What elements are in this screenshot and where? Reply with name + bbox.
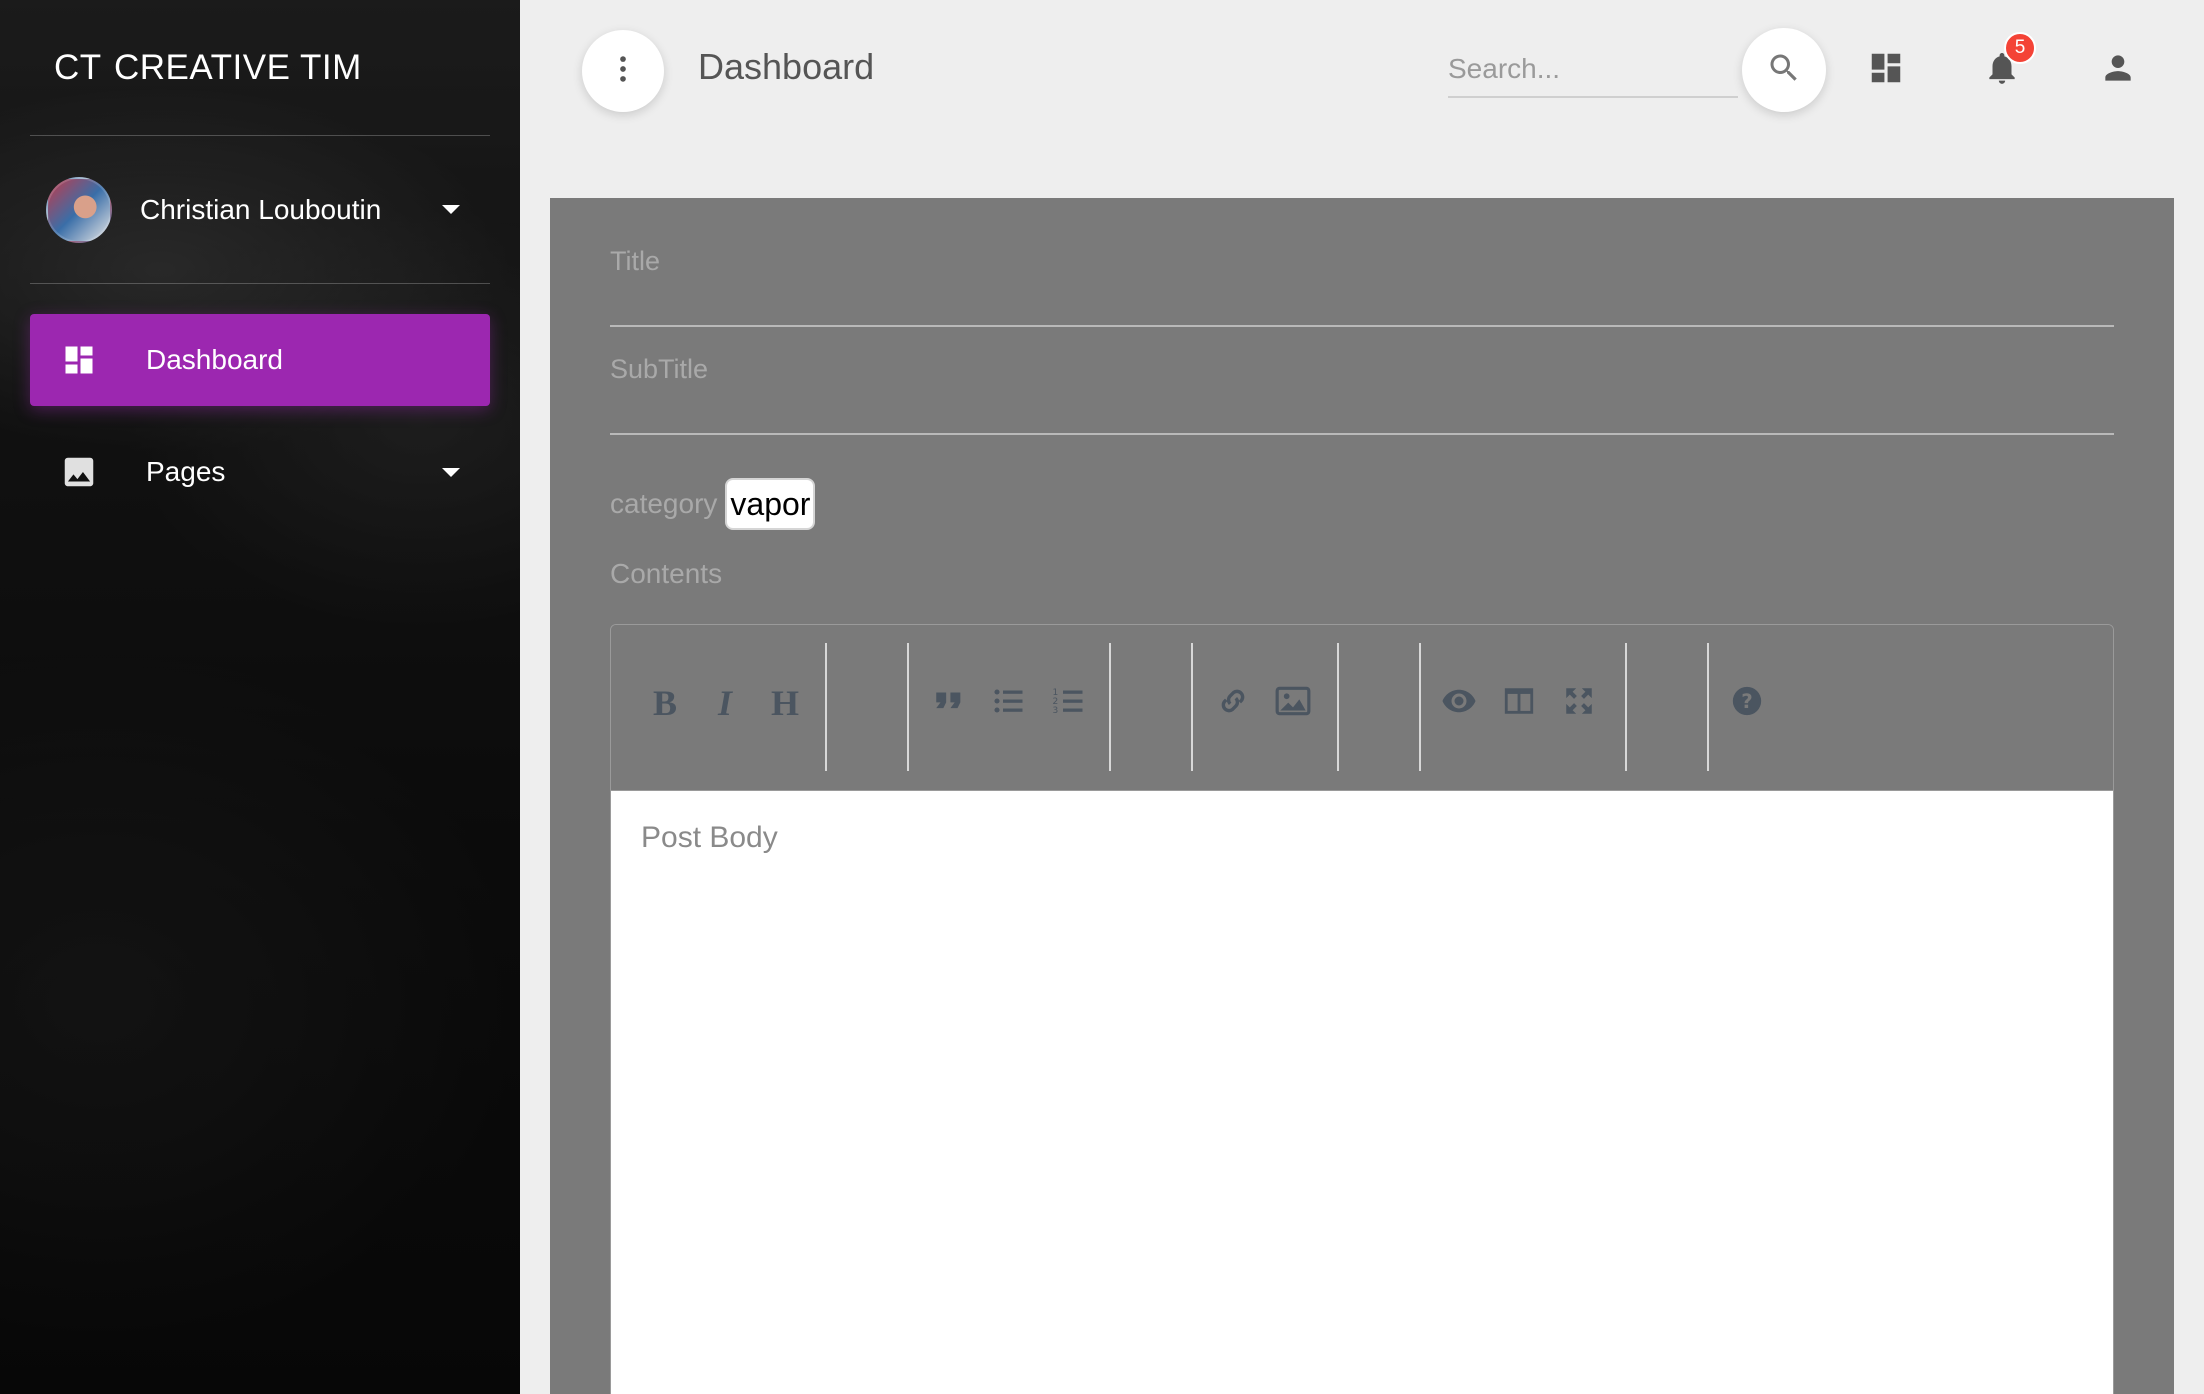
dashboard-icon	[1867, 49, 1905, 92]
search-button[interactable]	[1742, 28, 1826, 112]
sidebar-item-label: Pages	[146, 456, 226, 487]
image-button[interactable]	[1271, 681, 1315, 725]
editor-toolbar: B I H 123 ?	[611, 625, 2113, 791]
logo-mini[interactable]: CT	[30, 48, 114, 88]
unordered-list-icon	[991, 683, 1027, 724]
question-circle-icon: ?	[1730, 684, 1764, 723]
post-form-card: Title SubTitle category vapor Contents B…	[550, 198, 2174, 1394]
person-icon	[2099, 49, 2137, 92]
profile-button[interactable]	[2088, 40, 2148, 100]
category-select[interactable]: vapor	[725, 478, 816, 530]
eye-icon	[1441, 683, 1477, 724]
sidebar-item-pages[interactable]: Pages	[30, 426, 490, 518]
toolbar-separator	[1337, 643, 1339, 771]
logo-text[interactable]: CREATIVE TIM	[114, 48, 362, 88]
toolbar-separator	[1625, 643, 1627, 771]
ordered-list-button[interactable]: 123	[1047, 681, 1091, 725]
category-label: category	[610, 488, 718, 519]
top-navbar: Dashboard 5	[520, 0, 2204, 140]
title-input[interactable]	[610, 277, 2114, 327]
image-icon	[60, 453, 98, 491]
sidebar-item-label: Dashboard	[146, 344, 283, 375]
subtitle-field: SubTitle	[610, 354, 2114, 435]
category-row: category vapor	[610, 478, 816, 530]
sidebar-item-dashboard[interactable]: Dashboard	[30, 314, 490, 406]
title-field: Title	[610, 246, 2114, 327]
title-label: Title	[610, 246, 661, 276]
svg-text:3: 3	[1053, 706, 1059, 716]
page-title[interactable]: Dashboard	[698, 46, 874, 88]
toolbar-separator	[825, 643, 827, 771]
user-name[interactable]: Christian Louboutin	[140, 194, 442, 226]
guide-button[interactable]: ?	[1725, 681, 1769, 725]
avatar	[46, 176, 112, 243]
sidebar: CT CREATIVE TIM Christian Louboutin Dash…	[0, 0, 520, 1394]
italic-button[interactable]: I	[703, 681, 747, 725]
dashboard-button[interactable]	[1856, 40, 1916, 100]
caret-down-icon	[442, 205, 460, 214]
columns-icon	[1502, 684, 1536, 723]
toolbar-separator	[907, 643, 909, 771]
toolbar-separator	[1419, 643, 1421, 771]
search-field	[1448, 42, 1738, 98]
contents-label: Contents	[610, 558, 723, 589]
ordered-list-icon: 123	[1051, 683, 1087, 724]
dashboard-icon	[60, 341, 98, 379]
link-button[interactable]	[1211, 681, 1255, 725]
editor-body[interactable]: Post Body	[611, 791, 2113, 1394]
svg-text:?: ?	[1741, 690, 1753, 713]
subtitle-input[interactable]	[610, 385, 2114, 435]
toolbar-separator	[1191, 643, 1193, 771]
toolbar-separator	[1109, 643, 1111, 771]
search-icon	[1766, 50, 1802, 91]
search-input[interactable]	[1448, 42, 1738, 96]
heading-button[interactable]: H	[763, 681, 807, 725]
quote-button[interactable]	[927, 681, 971, 725]
minimize-sidebar-button[interactable]	[582, 30, 664, 112]
subtitle-label: SubTitle	[610, 354, 709, 384]
markdown-editor: B I H 123 ? Post Body	[610, 624, 2114, 1394]
logo[interactable]: CT CREATIVE TIM	[30, 0, 490, 136]
heading-icon: H	[770, 683, 799, 723]
preview-button[interactable]	[1437, 681, 1481, 725]
sidebar-nav: Dashboard Pages	[0, 314, 520, 518]
unordered-list-button[interactable]	[987, 681, 1031, 725]
image-icon	[1274, 682, 1312, 725]
bold-button[interactable]: B	[643, 681, 687, 725]
notification-badge: 5	[2004, 32, 2036, 64]
caret-down-icon	[442, 467, 460, 477]
editor-placeholder: Post Body	[641, 821, 778, 854]
toolbar-separator	[1707, 643, 1709, 771]
quote-icon	[932, 684, 966, 723]
side-by-side-button[interactable]	[1497, 681, 1541, 725]
user-menu[interactable]: Christian Louboutin	[30, 136, 490, 284]
italic-icon: I	[717, 683, 732, 723]
fullscreen-button[interactable]	[1557, 681, 1601, 725]
link-icon	[1216, 684, 1250, 723]
bold-icon: B	[652, 683, 677, 723]
notifications-button[interactable]: 5	[1972, 32, 2036, 100]
fullscreen-icon	[1562, 684, 1596, 723]
more-vertical-icon	[606, 52, 640, 91]
